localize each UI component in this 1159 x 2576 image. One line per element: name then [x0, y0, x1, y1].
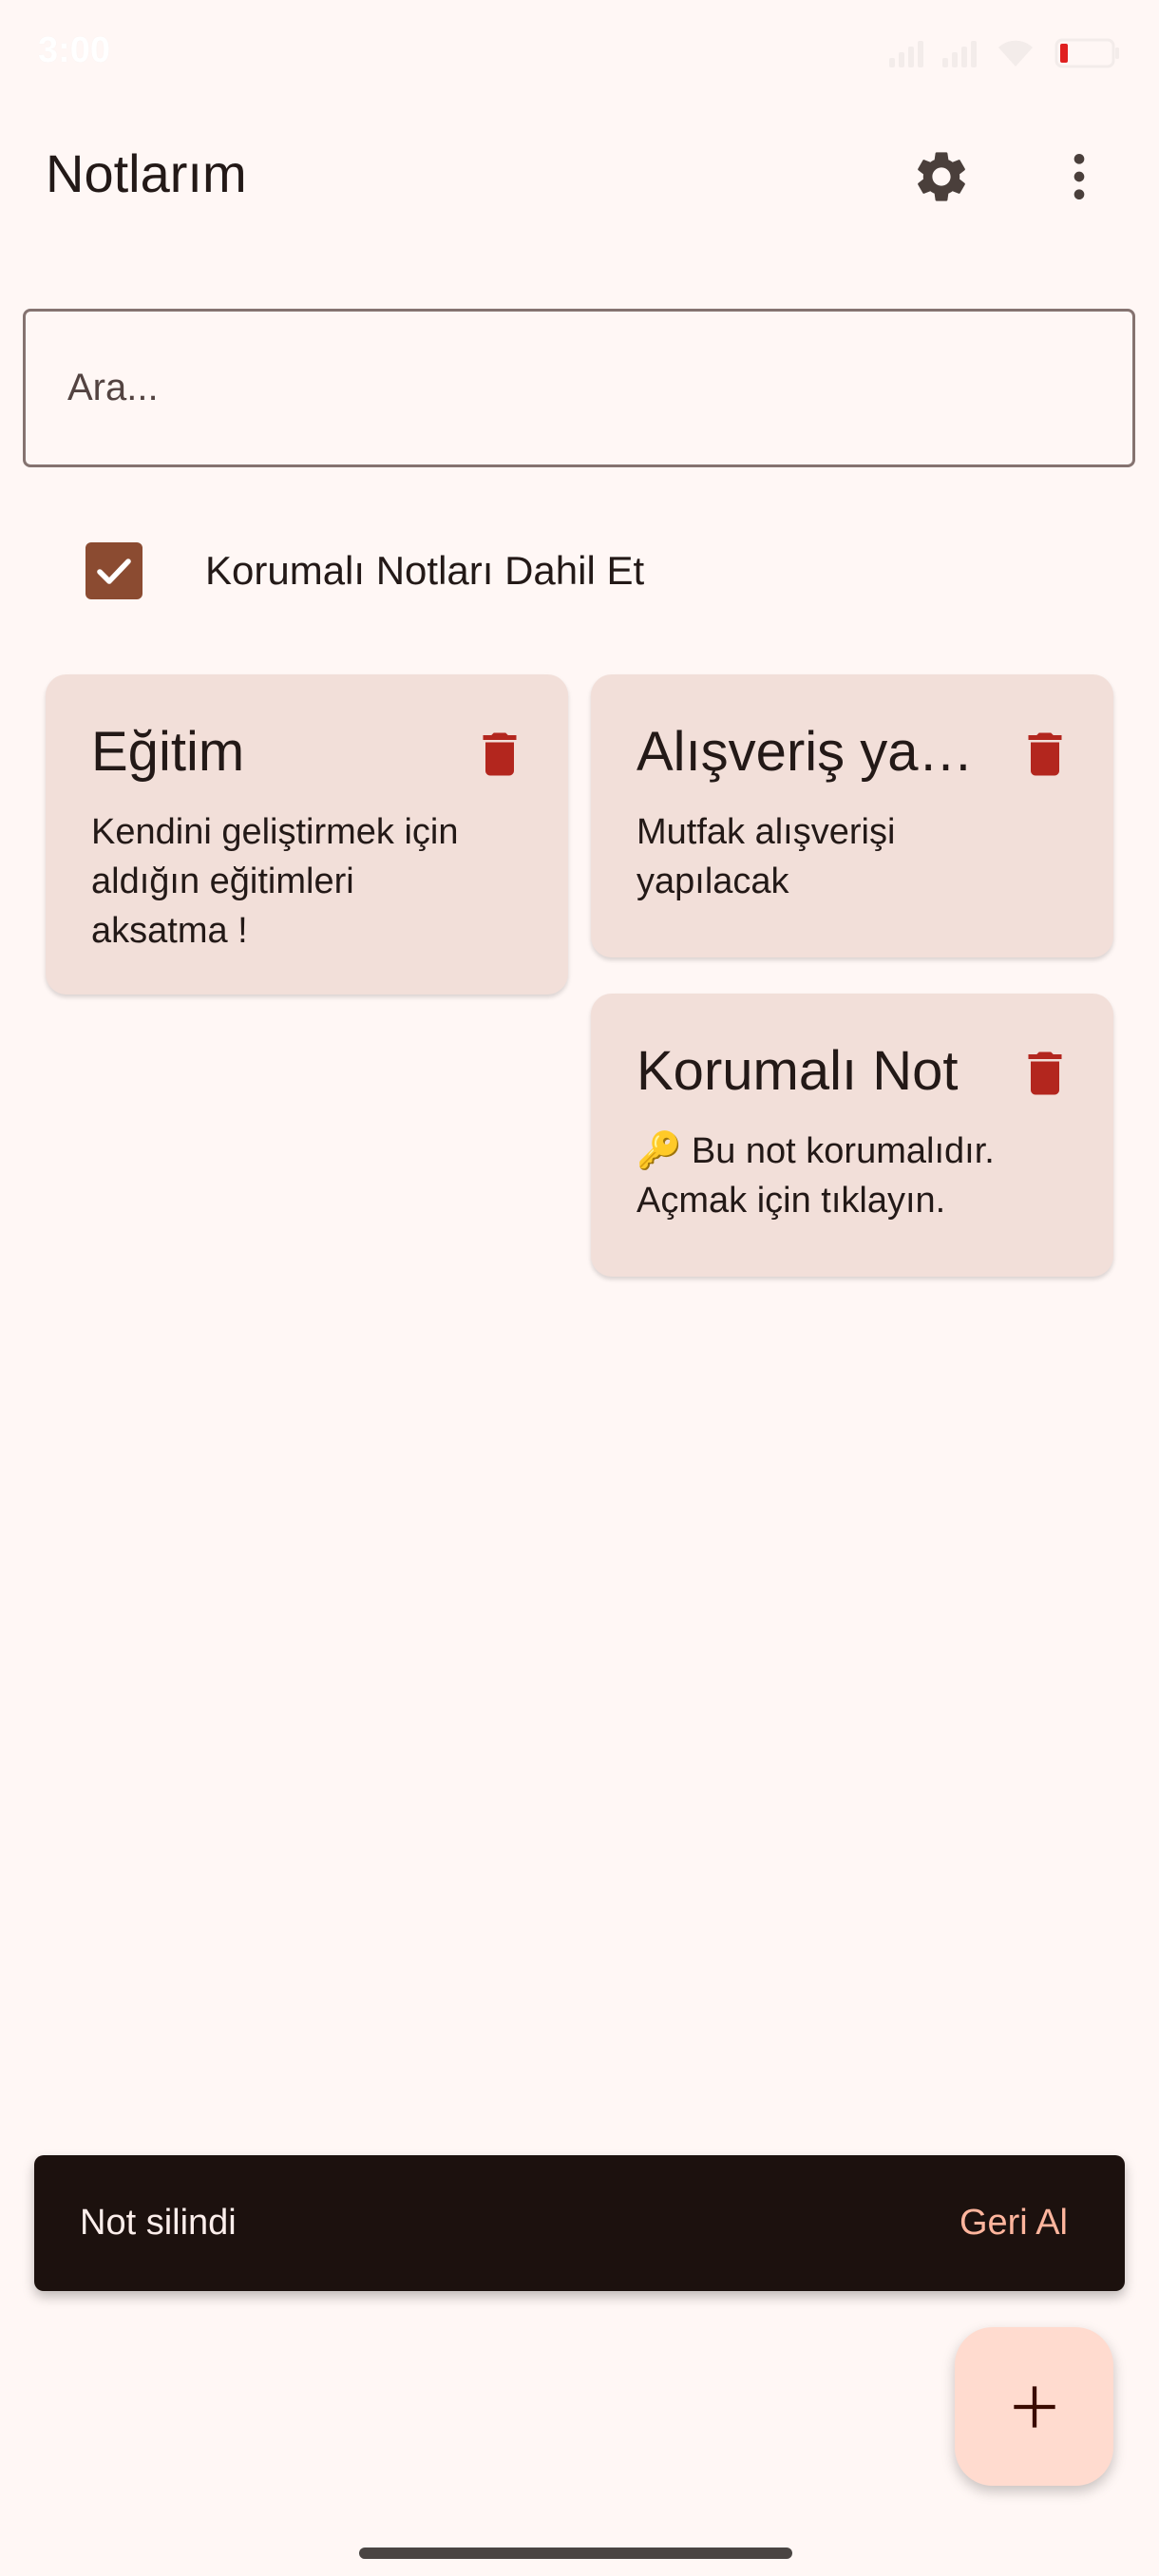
delete-note-button[interactable] — [466, 720, 534, 788]
note-card[interactable]: Korumalı Not 🔑 Bu not korumalıdır. Açmak… — [591, 994, 1113, 1277]
wifi-icon — [996, 38, 1036, 68]
trash-icon — [1028, 1051, 1062, 1095]
search-field[interactable] — [23, 309, 1135, 467]
more-vert-icon — [1074, 154, 1085, 199]
delete-note-button[interactable] — [1011, 720, 1079, 788]
page-title: Notlarım — [46, 143, 247, 203]
snackbar-message: Not silindi — [80, 2203, 237, 2243]
settings-button[interactable] — [907, 142, 976, 211]
battery-icon — [1054, 37, 1121, 69]
note-title: Eğitim — [91, 721, 245, 783]
note-card[interactable]: Eğitim Kendini geliştirmek için aldığın … — [46, 674, 568, 994]
note-body: 🔑 Bu not korumalıdır. Açmak için tıklayı… — [636, 1131, 995, 1221]
check-icon — [97, 559, 131, 584]
include-protected-checkbox[interactable] — [86, 542, 142, 599]
trash-icon — [1028, 732, 1062, 776]
status-icons — [889, 34, 1121, 72]
note-card[interactable]: Alışveriş yapılacak Mutfak alışverişi ya… — [591, 674, 1113, 957]
add-note-button[interactable] — [955, 2327, 1113, 2486]
gear-icon — [918, 152, 965, 201]
status-time: 3:00 — [38, 30, 111, 70]
note-body: Kendini geliştirmek için aldığın eğitiml… — [91, 812, 459, 951]
undo-button[interactable]: Geri Al — [960, 2203, 1068, 2244]
search-input[interactable] — [26, 312, 1132, 464]
more-options-button[interactable] — [1045, 142, 1113, 211]
status-bar: 3:00 — [0, 0, 1159, 104]
signal-icon — [889, 39, 923, 67]
note-body: Mutfak alışverişi yapılacak — [636, 812, 896, 901]
top-app-bar: Notlarım — [0, 123, 1159, 228]
gesture-navigation-bar[interactable] — [359, 2548, 792, 2559]
include-protected-row[interactable]: Korumalı Notları Dahil Et — [86, 541, 644, 600]
notes-screen: 3:00 Notlarım Ara... Korumalı Notları Da… — [0, 0, 1159, 2576]
trash-icon — [483, 732, 517, 776]
include-protected-label: Korumalı Notları Dahil Et — [205, 548, 645, 593]
plus-icon — [1013, 2385, 1055, 2428]
snackbar: Not silindi Geri Al — [34, 2155, 1125, 2291]
delete-note-button[interactable] — [1011, 1039, 1079, 1108]
signal-icon — [942, 39, 977, 67]
note-title: Alışveriş yapılacak — [636, 721, 998, 783]
note-title: Korumalı Not — [636, 1040, 959, 1102]
